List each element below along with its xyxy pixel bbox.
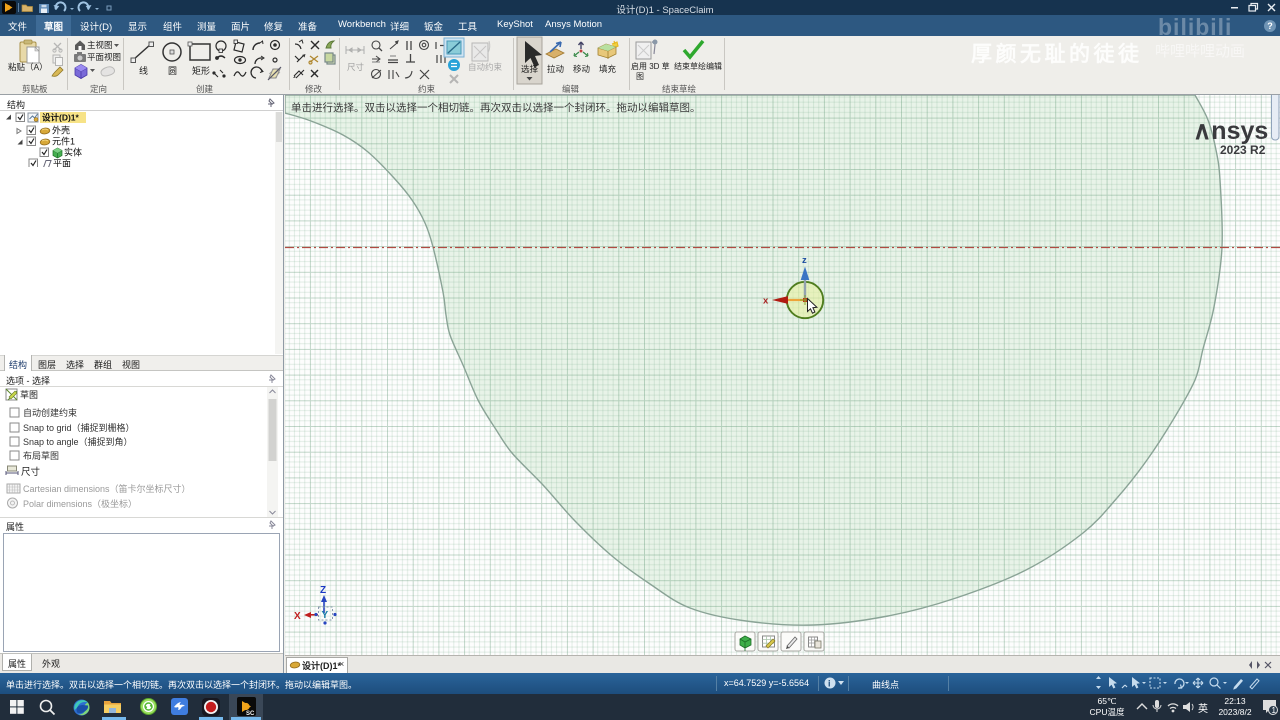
svg-text:平面: 平面 [53,159,71,168]
svg-text:X: X [294,611,301,622]
svg-text:圆: 圆 [168,66,177,76]
svg-text:草图: 草图 [20,389,38,400]
svg-text:结束草绘编辑: 结束草绘编辑 [674,61,722,71]
svg-text:线: 线 [139,65,148,76]
svg-text:实体: 实体 [64,147,82,158]
svg-text:外壳: 外壳 [52,125,70,136]
svg-text:移动: 移动 [573,64,591,74]
svg-text:元件1: 元件1 [52,136,75,147]
svg-text:矩形: 矩形 [192,65,210,76]
svg-text:Snap to angle（捕捉到角）: Snap to angle（捕捉到角） [23,436,133,447]
svg-text:Z: Z [320,585,326,596]
svg-text:粘贴（A）: 粘贴（A） [8,62,48,72]
svg-text:Snap to grid（捕捉到栅格）: Snap to grid（捕捉到栅格） [23,422,135,433]
svg-text:SC: SC [246,711,255,716]
svg-text:Y: Y [322,610,329,621]
svg-text:设计(D)1*: 设计(D)1* [42,113,80,123]
svg-text:自动创建约束: 自动创建约束 [23,407,77,418]
svg-text:单击进行选择。双击以选择一个相切链。再次双击以选择一个封闭环: 单击进行选择。双击以选择一个相切链。再次双击以选择一个封闭环。拖动以编辑草图。 [291,101,701,114]
svg-text:1: 1 [1272,706,1277,715]
svg-text:平面视图: 平面视图 [87,52,121,62]
svg-text:z: z [802,255,807,266]
svg-text:x: x [763,296,769,307]
svg-text:尺寸: 尺寸 [21,466,41,478]
svg-text:主视图: 主视图 [87,40,113,50]
svg-text:Polar dimensions（极坐标）: Polar dimensions（极坐标） [23,498,137,509]
svg-text:拉动: 拉动 [547,64,565,74]
svg-text:自动约束: 自动约束 [468,62,503,72]
svg-text:i: i [828,679,831,689]
svg-text:布局草图: 布局草图 [23,450,59,461]
svg-text:尺寸: 尺寸 [347,62,365,72]
svg-text:启用 3D 草: 启用 3D 草 [631,61,670,71]
svg-text:2023 R2: 2023 R2 [1220,143,1266,157]
svg-text:选择: 选择 [521,64,539,74]
svg-text:图: 图 [636,72,644,81]
svg-text:∧nsys: ∧nsys [1193,117,1268,145]
svg-text:填充: 填充 [599,64,617,74]
svg-text:Cartesian dimensions（笛卡尔坐标尺寸）: Cartesian dimensions（笛卡尔坐标尺寸） [23,483,191,494]
